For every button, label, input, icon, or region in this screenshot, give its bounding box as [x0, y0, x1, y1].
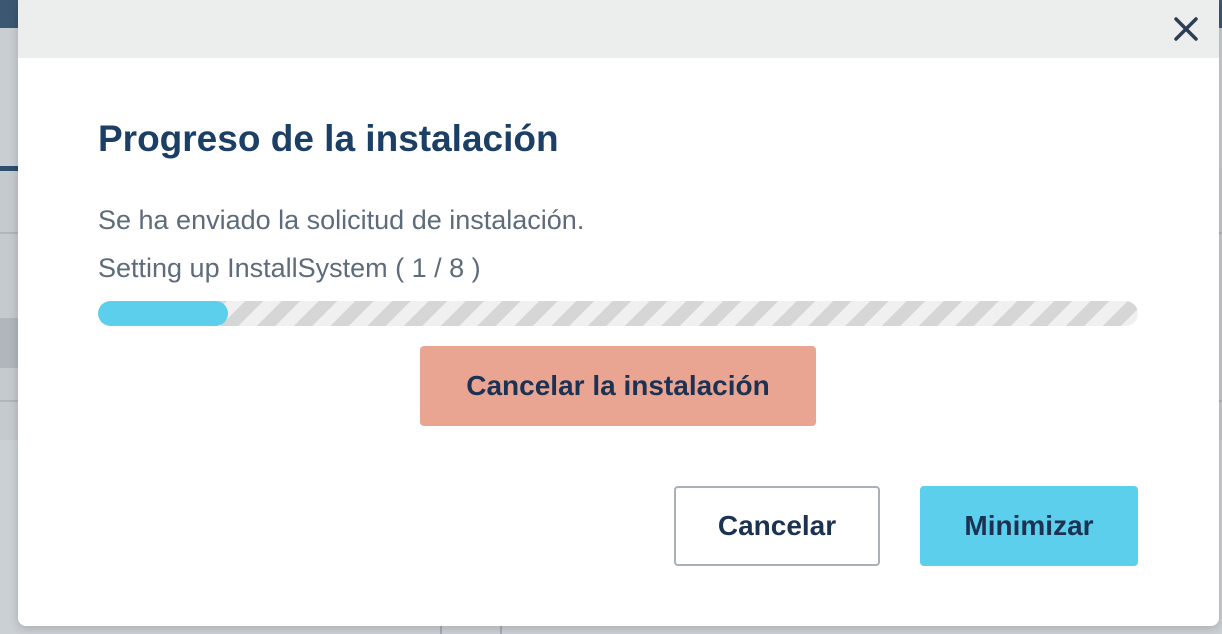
dialog-header	[18, 0, 1219, 58]
dialog-title: Progreso de la instalación	[98, 118, 559, 159]
minimize-button[interactable]: Minimizar	[920, 486, 1138, 566]
progress-bar-fill	[98, 301, 228, 326]
install-progress-bar	[98, 301, 1138, 326]
install-progress-dialog: Progreso de la instalación Se ha enviado…	[18, 0, 1219, 626]
status-message: Se ha enviado la solicitud de instalació…	[98, 205, 585, 235]
background-column-line	[500, 626, 502, 634]
close-icon	[1174, 17, 1198, 41]
close-button[interactable]	[1169, 12, 1203, 46]
cancel-installation-button[interactable]: Cancelar la instalación	[420, 346, 816, 426]
cancel-button[interactable]: Cancelar	[674, 486, 880, 566]
step-progress-text: Setting up InstallSystem ( 1 / 8 )	[98, 253, 481, 283]
background-column-line	[440, 626, 442, 634]
